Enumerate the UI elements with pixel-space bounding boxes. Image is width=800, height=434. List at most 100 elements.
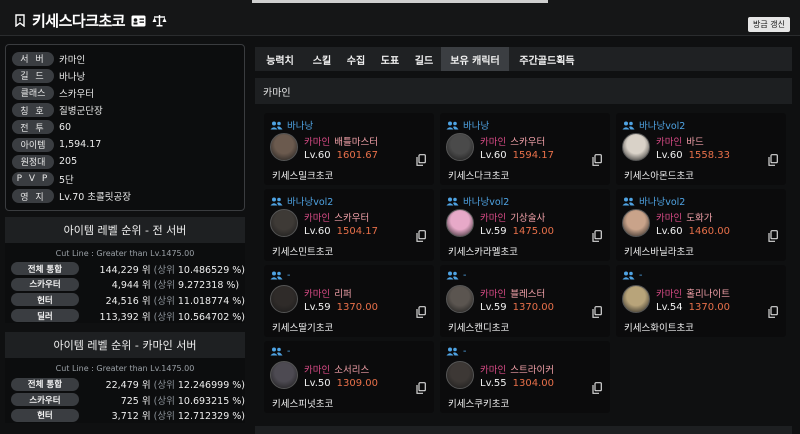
rank-unit: 위	[141, 311, 151, 323]
rank-value: 144,229 위 (상위 10.486529 %)	[85, 262, 245, 276]
character-server: 카마인	[656, 137, 683, 148]
character-card[interactable]: 바나낭vol2 카마인 스카우터 Lv.60 1504.17 키세스민트초코	[264, 189, 434, 261]
character-level: Lv.60 1558.33	[656, 150, 730, 161]
profile-value: 1,594.17	[59, 139, 102, 151]
character-server: 카마인	[480, 137, 507, 148]
character-card[interactable]: - 카마인 소서리스 Lv.50 1309.00 키세스피넛초코	[264, 341, 434, 413]
right-panel: 능력치 스킬 수집 도표 길드 보유 캐릭터 주간골드획득 카마인 바나낭 카마인 배틀마스터 L…	[255, 47, 792, 424]
tab-7[interactable]: 주간골드획득	[509, 47, 585, 71]
character-card[interactable]: - 카마인 스트라이커 Lv.55 1304.00 키세스쿠키초코	[440, 341, 610, 413]
character-item-level: 1504.17	[336, 226, 378, 237]
profile-value: 스카우터	[59, 88, 94, 100]
copy-icon[interactable]	[592, 227, 602, 246]
character-card[interactable]: - 카마인 리퍼 Lv.59 1370.00 키세스딸기초코	[264, 265, 434, 337]
character-level: Lv.60 1460.00	[656, 226, 730, 237]
rank-label: 딜러	[11, 309, 79, 323]
character-name: 키세스캔디초코	[448, 323, 510, 334]
character-class: 스트라이커	[510, 365, 554, 376]
rank-number: 113,392	[99, 311, 139, 323]
character-server-class: 카마인 블레스터	[480, 286, 545, 300]
profile-label: 서 버	[12, 51, 54, 66]
character-avatar	[270, 285, 298, 313]
rank-number: 24,516	[105, 295, 139, 307]
bookmark-icon[interactable]	[14, 14, 26, 27]
tab-3[interactable]: 수집	[339, 47, 373, 71]
character-name: 키세스쿠키초코	[448, 399, 510, 410]
character-card[interactable]: - 카마인 홀리나이트 Lv.54 1370.00 키세스화이트초코	[616, 265, 786, 337]
copy-icon[interactable]	[416, 151, 426, 170]
tab-6[interactable]: 보유 캐릭터	[441, 47, 509, 71]
character-class: 리퍼	[334, 289, 352, 300]
character-card[interactable]: 바나낭vol2 카마인 기상술사 Lv.59 1475.00 키세스카라멜초코	[440, 189, 610, 261]
character-guild-name: 바나낭	[463, 121, 490, 132]
rank-label: 전체 통합	[11, 377, 79, 391]
top-bar: 키세스다크초코 방금 갱신	[0, 0, 800, 36]
copy-icon[interactable]	[416, 303, 426, 322]
profile-label: 영 지	[12, 189, 54, 204]
rank-row: 전체 통합 22,479 위 (상위 12.246999 %)	[5, 376, 245, 392]
tab-1[interactable]: 능력치	[255, 47, 305, 71]
character-card[interactable]: 바나낭 카마인 배틀마스터 Lv.60 1601.67 키세스밀크초코	[264, 113, 434, 185]
character-server-class: 카마인 기상술사	[480, 210, 545, 224]
tab-5[interactable]: 길드	[407, 47, 441, 71]
character-item-level: 1601.67	[336, 150, 378, 161]
tab-bar: 능력치 스킬 수집 도표 길드 보유 캐릭터 주간골드획득	[255, 47, 792, 71]
users-icon	[446, 197, 459, 206]
character-card[interactable]: 바나낭vol2 카마인 바드 Lv.60 1558.33 키세스아몬드초코	[616, 113, 786, 185]
character-level: Lv.60 1594.17	[480, 150, 554, 161]
rank-server-title: 아이템 레벨 순위 - 카마인 서버	[5, 332, 245, 359]
character-lv: Lv.50	[304, 378, 331, 389]
character-name: 키세스딸기초코	[272, 323, 334, 334]
id-card-icon[interactable]	[131, 15, 146, 27]
character-name: 키세스다크초코	[448, 171, 510, 182]
profile-label: 전 투	[12, 120, 54, 135]
users-icon	[270, 121, 283, 130]
rank-unit: 위	[141, 395, 151, 407]
profile-info: 서 버 카마인 길 드 바나낭 클래스 스카우터 칭 호 질병군단장 전 투 60 아이템 1,594…	[5, 44, 245, 211]
character-lv: Lv.60	[304, 150, 331, 161]
character-card[interactable]: - 카마인 블레스터 Lv.59 1370.00 키세스캔디초코	[440, 265, 610, 337]
copy-icon[interactable]	[592, 303, 602, 322]
copy-icon[interactable]	[416, 379, 426, 398]
character-card[interactable]: 바나낭 카마인 스카우터 Lv.60 1594.17 키세스다크초코	[440, 113, 610, 185]
character-guild-name: 바나낭vol2	[639, 121, 686, 132]
rank-prefix: (상위	[153, 380, 175, 392]
tab-4[interactable]: 도표	[373, 47, 407, 71]
profile-label: 칭 호	[12, 103, 54, 118]
copy-icon[interactable]	[768, 303, 778, 322]
character-level: Lv.60 1504.17	[304, 226, 378, 237]
rank-percent: 10.693215 %)	[177, 395, 245, 407]
character-server: 카마인	[304, 213, 331, 224]
server-section-header: 카마인	[255, 78, 792, 104]
character-lv: Lv.59	[304, 302, 331, 313]
character-server-class: 카마인 홀리나이트	[656, 286, 730, 300]
tab-2[interactable]: 스킬	[305, 47, 339, 71]
rank-unit: 위	[141, 295, 151, 307]
character-card[interactable]: 바나낭vol2 카마인 도화가 Lv.60 1460.00 키세스바닐라초코	[616, 189, 786, 261]
users-icon	[270, 271, 283, 280]
profile-row: 전 투 60	[12, 119, 238, 136]
rank-row: 딜러 113,392 위 (상위 10.564702 %)	[5, 308, 245, 324]
character-class: 기상술사	[510, 213, 546, 224]
copy-icon[interactable]	[416, 227, 426, 246]
copy-icon[interactable]	[592, 151, 602, 170]
copy-icon[interactable]	[768, 151, 778, 170]
scale-icon[interactable]	[152, 14, 167, 27]
users-icon	[446, 271, 459, 280]
character-server-class: 카마인 스카우터	[304, 210, 369, 224]
character-guild: -	[270, 270, 290, 281]
character-grid: 바나낭 카마인 배틀마스터 Lv.60 1601.67 키세스밀크초코 바나낭 카마인 스카우터…	[255, 104, 792, 424]
rank-label: 전체 통합	[11, 262, 79, 276]
rank-label: 헌터	[11, 293, 79, 307]
profile-label: 아이템	[12, 137, 54, 152]
character-guild-name: -	[287, 346, 291, 357]
character-name: 키세스밀크초코	[272, 171, 334, 182]
rank-label: 스카우터	[11, 393, 79, 407]
rank-value: 4,944 위 (상위 9.272318 %)	[85, 277, 239, 291]
character-item-level: 1304.00	[512, 378, 554, 389]
character-avatar	[622, 133, 650, 161]
copy-icon[interactable]	[768, 227, 778, 246]
copy-icon[interactable]	[592, 379, 602, 398]
refresh-button[interactable]: 방금 갱신	[748, 17, 790, 32]
character-guild: -	[446, 346, 466, 357]
